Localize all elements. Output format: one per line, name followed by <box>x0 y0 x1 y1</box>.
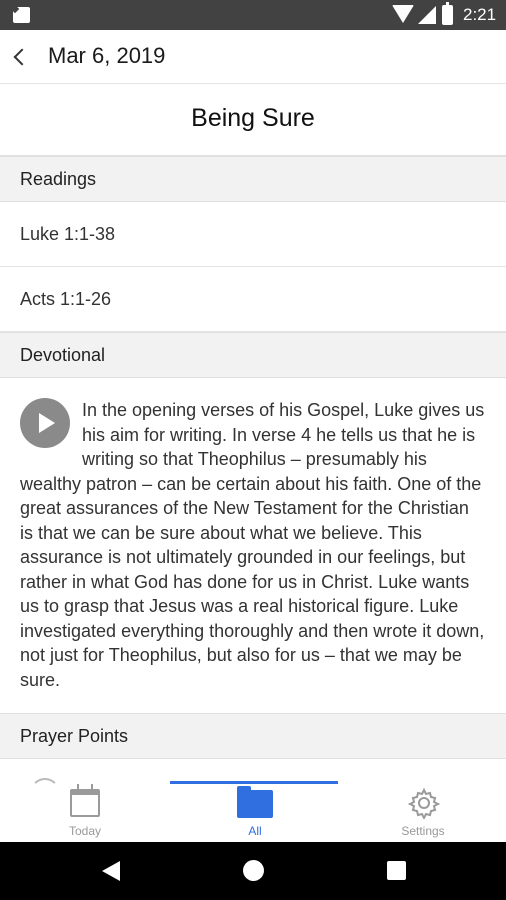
devotional-header: Devotional <box>0 332 506 378</box>
sd-card-icon <box>13 7 30 23</box>
devotional-text: In the opening verses of his Gospel, Luk… <box>20 400 485 690</box>
tab-all[interactable]: All <box>170 782 340 842</box>
page-title: Being Sure <box>0 84 506 156</box>
play-audio-button[interactable] <box>20 398 70 448</box>
status-time: 2:21 <box>463 5 497 24</box>
tab-today[interactable]: Today <box>0 782 170 842</box>
bottom-nav: Today All Settings <box>0 760 506 842</box>
calendar-icon <box>70 784 100 817</box>
tab-all-label: All <box>248 824 262 838</box>
wifi-icon <box>392 5 414 23</box>
tab-settings[interactable]: Settings <box>338 782 506 842</box>
date-title: Mar 6, 2019 <box>48 43 166 68</box>
system-back-icon[interactable] <box>102 861 120 881</box>
tab-settings-label: Settings <box>401 824 445 838</box>
battery-icon <box>442 2 453 25</box>
reading-item-luke[interactable]: Luke 1:1-38 <box>0 202 506 267</box>
tab-today-label: Today <box>68 824 102 838</box>
system-home-icon[interactable] <box>243 860 264 881</box>
reading-item-acts[interactable]: Acts 1:1-26 <box>0 267 506 332</box>
folder-icon <box>237 786 273 818</box>
system-nav-bar <box>0 842 506 900</box>
gear-icon <box>408 787 440 819</box>
system-recents-icon[interactable] <box>387 861 406 880</box>
signal-icon <box>418 6 436 24</box>
devotional-body: In the opening verses of his Gospel, Luk… <box>0 378 506 714</box>
app-bar: Mar 6, 2019 <box>0 30 506 84</box>
back-arrow-icon[interactable] <box>10 44 30 70</box>
readings-header: Readings <box>0 156 506 202</box>
prayer-points-header: Prayer Points <box>0 713 506 759</box>
status-bar: 2:21 <box>0 0 506 30</box>
